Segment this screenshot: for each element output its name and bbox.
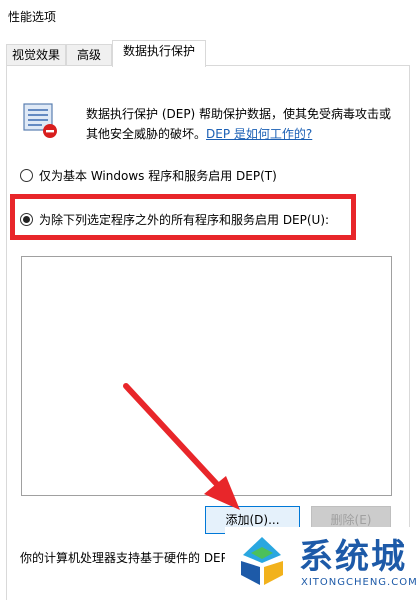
dep-description: 数据执行保护 (DEP) 帮助保护数据，使其免受病毒攻击或 其他安全威胁的破坏。… bbox=[86, 104, 406, 144]
window-title: 性能选项 bbox=[8, 10, 57, 24]
tab-dep[interactable]: 数据执行保护 bbox=[112, 40, 206, 67]
desc-line-1: 数据执行保护 (DEP) 帮助保护数据，使其免受病毒攻击或 bbox=[86, 107, 392, 121]
title-bar: 性能选项 bbox=[0, 0, 416, 34]
watermark: 系统城 XITONGCHENG.COM bbox=[225, 527, 416, 600]
option-basic-row[interactable]: 仅为基本 Windows 程序和服务启用 DEP(T) bbox=[20, 166, 277, 184]
watermark-logo-icon bbox=[241, 537, 283, 585]
program-list[interactable] bbox=[21, 256, 392, 496]
tab-bar: 视觉效果 高级 数据执行保护 bbox=[0, 40, 416, 67]
tab-visual-effects[interactable]: 视觉效果 bbox=[6, 44, 66, 66]
tab-advanced[interactable]: 高级 bbox=[66, 44, 112, 66]
radio-basic[interactable] bbox=[20, 168, 33, 182]
option-all-row[interactable]: 为除下列选定程序之外的所有程序和服务启用 DEP(U): bbox=[20, 210, 329, 228]
desc-line-2: 其他安全威胁的破坏。 bbox=[86, 127, 207, 141]
radio-basic-label: 仅为基本 Windows 程序和服务启用 DEP(T) bbox=[39, 168, 277, 183]
dep-shield-icon bbox=[23, 103, 57, 138]
watermark-url: XITONGCHENG.COM bbox=[301, 577, 416, 588]
watermark-name: 系统城 bbox=[299, 537, 407, 577]
radio-all[interactable] bbox=[20, 212, 33, 226]
hardware-dep-status: 你的计算机处理器支持基于硬件的 DEP bbox=[20, 551, 228, 565]
dep-help-link[interactable]: DEP 是如何工作的? bbox=[206, 127, 312, 141]
radio-all-label: 为除下列选定程序之外的所有程序和服务启用 DEP(U): bbox=[39, 212, 330, 227]
